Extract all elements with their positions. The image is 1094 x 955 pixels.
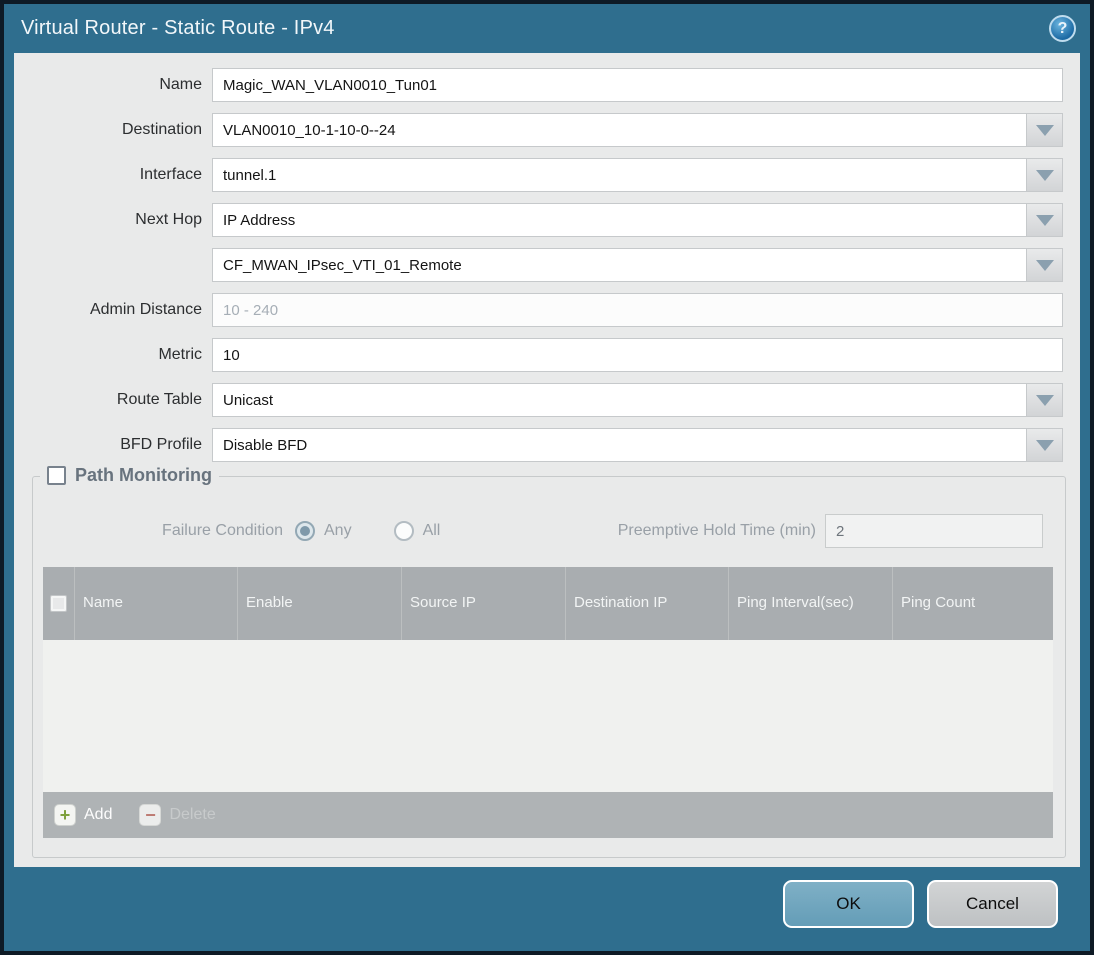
interface-label: Interface [139, 166, 202, 183]
dialog-title: Virtual Router - Static Route - IPv4 [21, 17, 335, 39]
next-hop-address-row [14, 248, 1063, 282]
metric-label: Metric [158, 346, 202, 363]
destination-row: Destination [14, 113, 1063, 147]
dialog-content: Name Destination Interface [14, 53, 1080, 867]
failure-condition-any-label: Any [324, 522, 352, 539]
chevron-down-icon [1035, 169, 1054, 181]
metric-input[interactable] [212, 338, 1063, 372]
table-body [43, 640, 1053, 792]
next-hop-row: Next Hop [14, 203, 1063, 237]
path-monitoring-label: Path Monitoring [75, 465, 212, 485]
column-header-destination-ip[interactable]: Destination IP [566, 567, 729, 640]
next-hop-address-dropdown-button[interactable] [1026, 249, 1062, 281]
chevron-down-icon [1035, 394, 1054, 406]
bfd-profile-dropdown-button[interactable] [1026, 429, 1062, 461]
chevron-down-icon [1035, 214, 1054, 226]
path-monitoring-checkbox[interactable] [47, 466, 66, 485]
name-row: Name [14, 68, 1063, 102]
select-all-cell [43, 567, 75, 640]
radio-dot-icon [300, 526, 310, 536]
minus-icon: − [139, 804, 162, 826]
preemptive-hold-time-label: Preemptive Hold Time (min) [617, 522, 816, 539]
bfd-profile-row: BFD Profile [14, 428, 1063, 462]
interface-row: Interface [14, 158, 1063, 192]
failure-condition-all-label: All [422, 522, 441, 539]
help-icon[interactable]: ? [1049, 15, 1076, 42]
dialog-footer: OK Cancel [4, 867, 1090, 951]
failure-condition-row: Failure Condition Any All Preemptive Hol… [33, 514, 1065, 548]
path-monitoring-legend: Path Monitoring [40, 465, 219, 486]
next-hop-address-input[interactable] [212, 248, 1063, 282]
next-hop-type-select[interactable] [212, 203, 1063, 237]
bfd-profile-select[interactable] [212, 428, 1063, 462]
path-monitoring-section: Path Monitoring Failure Condition Any Al… [32, 465, 1066, 858]
route-table-row: Route Table [14, 383, 1063, 417]
route-table-dropdown-button[interactable] [1026, 384, 1062, 416]
interface-dropdown-button[interactable] [1026, 159, 1062, 191]
column-header-name[interactable]: Name [75, 567, 238, 640]
name-label: Name [159, 76, 202, 93]
table-header: Name Enable Source IP Destination IP Pin… [43, 567, 1053, 640]
failure-condition-all-radio[interactable] [393, 521, 414, 541]
admin-distance-row: Admin Distance [14, 293, 1063, 327]
route-table-label: Route Table [116, 391, 202, 408]
failure-condition-label: Failure Condition [162, 522, 283, 539]
select-all-checkbox[interactable] [50, 595, 67, 612]
next-hop-dropdown-button[interactable] [1026, 204, 1062, 236]
delete-button[interactable]: − Delete [139, 804, 216, 826]
delete-button-label: Delete [169, 806, 216, 823]
route-table-select[interactable] [212, 383, 1063, 417]
add-button[interactable]: + Add [54, 804, 112, 826]
admin-distance-label: Admin Distance [89, 301, 202, 318]
table-toolbar: + Add − Delete [43, 792, 1053, 838]
chevron-down-icon [1035, 124, 1054, 136]
admin-distance-input[interactable] [212, 293, 1063, 327]
destination-input[interactable] [212, 113, 1063, 147]
chevron-down-icon [1035, 259, 1054, 271]
interface-input[interactable] [212, 158, 1063, 192]
column-header-ping-interval[interactable]: Ping Interval(sec) [729, 567, 893, 640]
static-route-form: Name Destination Interface [14, 53, 1080, 462]
destination-dropdown-button[interactable] [1026, 114, 1062, 146]
column-header-source-ip[interactable]: Source IP [402, 567, 566, 640]
dialog-titlebar: Virtual Router - Static Route - IPv4 ? [4, 4, 1090, 53]
failure-condition-any-radio[interactable] [295, 521, 315, 541]
ok-button[interactable]: OK [783, 880, 914, 928]
path-monitoring-table: Name Enable Source IP Destination IP Pin… [43, 567, 1053, 838]
cancel-button[interactable]: Cancel [927, 880, 1058, 928]
plus-icon: + [54, 804, 76, 826]
add-button-label: Add [84, 806, 113, 823]
column-header-enable[interactable]: Enable [238, 567, 402, 640]
metric-row: Metric [14, 338, 1063, 372]
next-hop-label: Next Hop [135, 211, 202, 228]
destination-label: Destination [121, 121, 202, 138]
name-input[interactable] [212, 68, 1063, 102]
chevron-down-icon [1035, 439, 1054, 451]
preemptive-hold-time-input[interactable] [825, 514, 1043, 548]
static-route-dialog: Virtual Router - Static Route - IPv4 ? N… [0, 0, 1094, 955]
column-header-ping-count[interactable]: Ping Count [893, 567, 1053, 640]
bfd-profile-label: BFD Profile [120, 436, 202, 453]
